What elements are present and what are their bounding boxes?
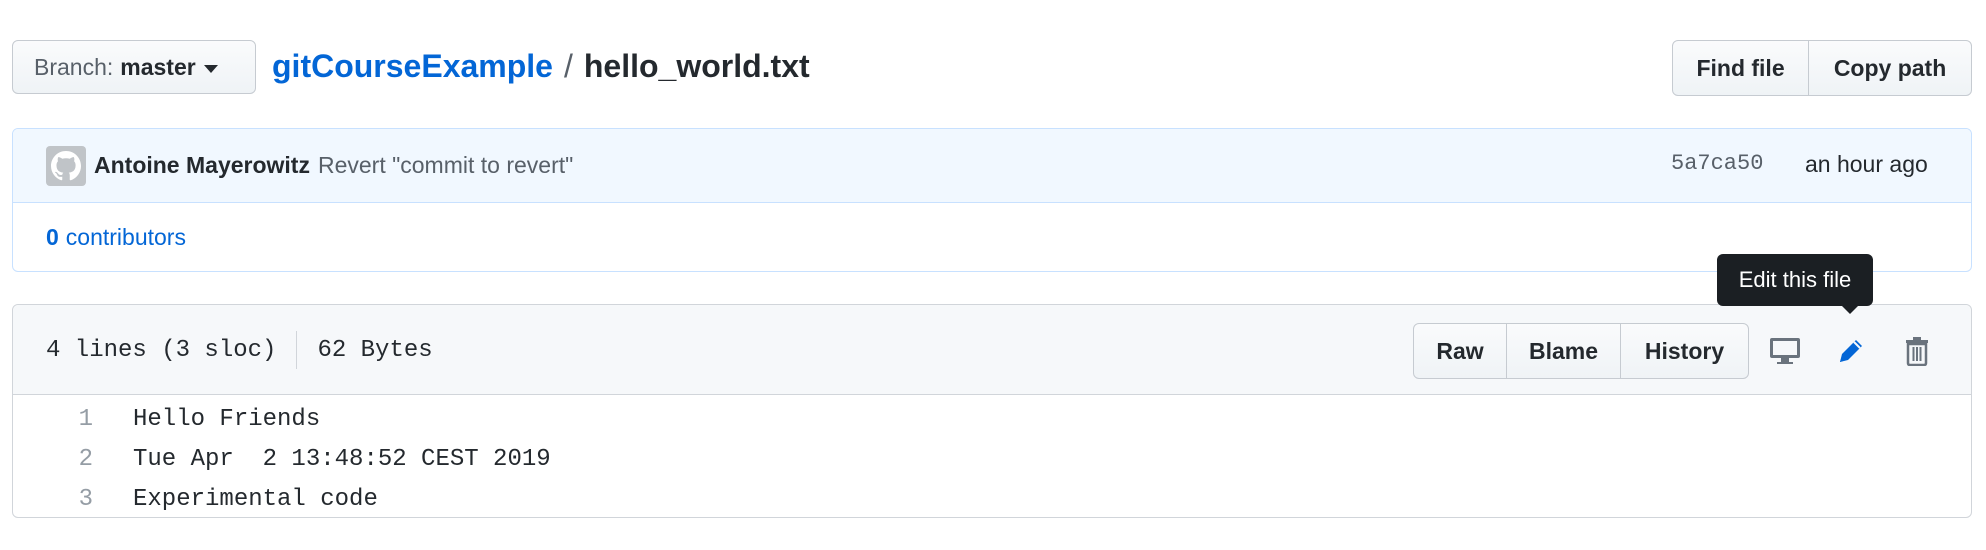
desktop-icon-svg: [1770, 338, 1800, 364]
trash-icon-svg: [1906, 337, 1928, 366]
code-line: 2 Tue Apr 2 13:48:52 CEST 2019: [13, 439, 1971, 479]
file-size: 62 Bytes: [317, 336, 433, 364]
commit-sha-link[interactable]: 5a7ca50: [1671, 151, 1763, 176]
find-file-button[interactable]: Find file: [1673, 41, 1808, 95]
branch-name: master: [120, 53, 196, 80]
file-info: 4 lines (3 sloc) 62 Bytes: [46, 305, 433, 395]
github-octocat-icon: [51, 150, 81, 180]
breadcrumb: gitCourseExample / hello_world.txt: [272, 48, 810, 85]
file-name-title: hello_world.txt: [583, 48, 810, 84]
commit-time: an hour ago: [1805, 151, 1928, 177]
branch-prefix-label: Branch:: [34, 53, 114, 80]
trash-icon[interactable]: [1897, 333, 1937, 369]
tooltip-arrow: [1842, 306, 1858, 314]
file-box: 4 lines (3 sloc) 62 Bytes Raw Blame Hist…: [12, 304, 1972, 518]
desktop-icon[interactable]: [1765, 333, 1805, 369]
line-content: Tue Apr 2 13:48:52 CEST 2019: [133, 445, 551, 473]
caret-down-icon: [203, 64, 218, 73]
pencil-icon[interactable]: [1831, 333, 1871, 369]
code-table: 1 Hello Friends 2 Tue Apr 2 13:48:52 CES…: [13, 395, 1971, 519]
file-lines-info: 4 lines (3 sloc): [46, 336, 277, 364]
blame-button[interactable]: Blame: [1506, 324, 1620, 378]
file-header: 4 lines (3 sloc) 62 Bytes Raw Blame Hist…: [13, 305, 1971, 395]
edit-file-tooltip: Edit this file: [1717, 254, 1873, 306]
line-number[interactable]: 3: [13, 486, 93, 513]
file-info-divider: [296, 331, 298, 369]
file-view-page: Branch: master gitCourseExample / hello_…: [0, 0, 1986, 550]
file-actions-button-group: Raw Blame History: [1413, 323, 1749, 379]
contributors-label: contributors: [65, 223, 186, 250]
file-nav-button-group: Find file Copy path: [1672, 40, 1972, 96]
breadcrumb-separator: /: [563, 48, 573, 84]
avatar[interactable]: [46, 145, 86, 186]
repo-link[interactable]: gitCourseExample: [272, 48, 553, 85]
branch-selector-button[interactable]: Branch: master: [12, 40, 256, 94]
line-number[interactable]: 1: [13, 406, 93, 433]
pencil-icon-svg: [1840, 340, 1862, 362]
commit-message-link[interactable]: Revert "commit to revert": [318, 152, 573, 179]
history-button[interactable]: History: [1620, 324, 1748, 378]
commit-box: Antoine Mayerowitz Revert "commit to rev…: [12, 128, 1972, 272]
copy-path-button[interactable]: Copy path: [1808, 41, 1971, 95]
line-content: Hello Friends: [133, 405, 321, 433]
code-line: 3 Experimental code: [13, 479, 1971, 519]
line-number[interactable]: 2: [13, 446, 93, 473]
code-line: 1 Hello Friends: [13, 399, 1971, 439]
contributors-count: 0: [46, 223, 59, 250]
commit-author-link[interactable]: Antoine Mayerowitz: [94, 152, 310, 179]
line-content: Experimental code: [133, 485, 378, 513]
commit-tease: Antoine Mayerowitz Revert "commit to rev…: [13, 129, 1971, 203]
contributors-link[interactable]: 0 contributors: [13, 203, 1971, 271]
raw-button[interactable]: Raw: [1414, 324, 1506, 378]
